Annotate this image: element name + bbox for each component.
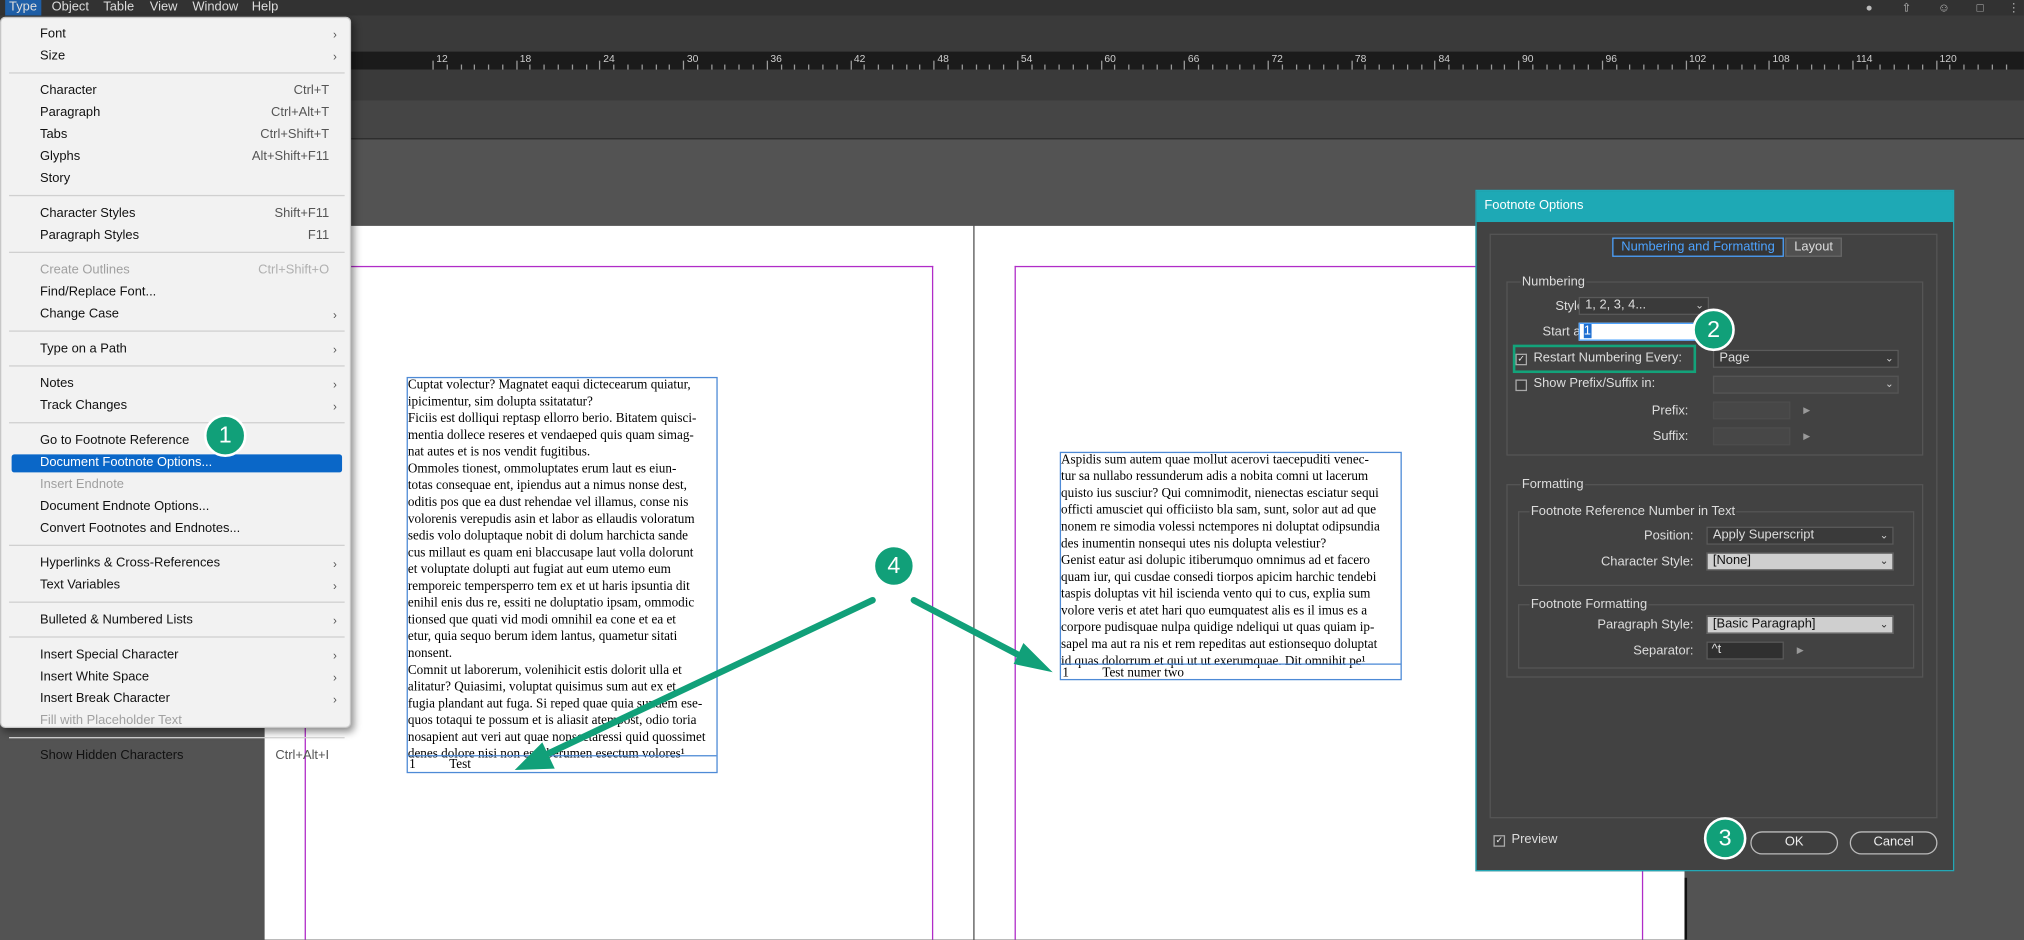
indesign-window: Type Object Table View Window Help ● ⇧ ☺… [0, 0, 2024, 940]
arrow-to-left-footnote [514, 596, 876, 771]
annotation-badge-2: 2 [1692, 308, 1735, 352]
annotation-badge-4: 4 [872, 544, 916, 588]
annotation-badge-3: 3 [1703, 817, 1747, 860]
annotation-badge-1: 1 [203, 414, 247, 457]
arrow-to-right-footnote [910, 596, 1053, 673]
annotation-arrows [514, 596, 1053, 771]
